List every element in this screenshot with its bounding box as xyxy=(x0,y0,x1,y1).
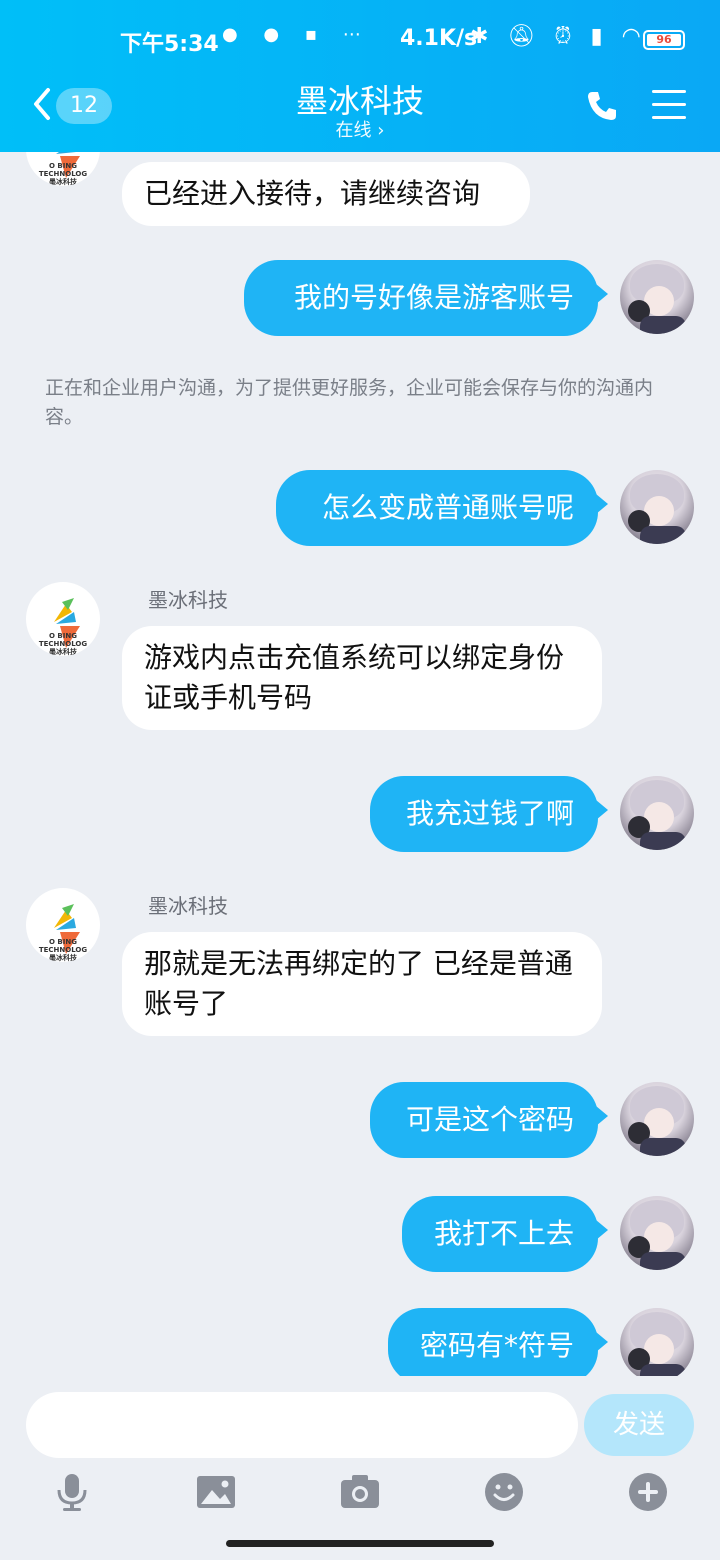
outgoing-message[interactable]: 我充过钱了啊 xyxy=(370,776,608,852)
system-icons: ✱ 🔕︎ ⏰︎ ▮ ◠ xyxy=(470,24,647,49)
battery-icon: 96 xyxy=(643,30,685,50)
outgoing-message[interactable]: 我的号好像是游客账号 xyxy=(244,260,608,336)
outgoing-message[interactable]: 可是这个密码 xyxy=(370,1082,608,1158)
notification-icons: ● ● ▪ ⋯ xyxy=(222,24,371,45)
user-avatar[interactable] xyxy=(620,1196,694,1270)
composer: 发送 xyxy=(0,1376,720,1560)
user-avatar[interactable] xyxy=(620,1082,694,1156)
user-avatar[interactable] xyxy=(620,776,694,850)
message-list[interactable]: O BING TECHNOLOG 墨冰科技 已经进入接待，请继续咨询 我的号好像是… xyxy=(0,152,720,1376)
company-avatar[interactable]: O BING TECHNOLOG 墨冰科技 xyxy=(26,888,100,962)
sender-name: 墨冰科技 xyxy=(148,588,228,612)
user-avatar[interactable] xyxy=(620,260,694,334)
chat-header: 下午5:34 ● ● ▪ ⋯ 4.1K/s ✱ 🔕︎ ⏰︎ ▮ ◠ 96 12 … xyxy=(0,0,720,152)
incoming-message[interactable]: 那就是无法再绑定的了 已经是普通账号了 xyxy=(122,932,602,1036)
user-avatar[interactable] xyxy=(620,470,694,544)
battery-level: 96 xyxy=(647,34,681,46)
logo-caption-cn: 墨冰科技 xyxy=(49,178,77,186)
incoming-message[interactable]: 已经进入接待，请继续咨询 xyxy=(122,162,530,226)
user-avatar[interactable] xyxy=(620,1308,694,1376)
sender-name: 墨冰科技 xyxy=(148,894,228,918)
status-time: 下午5:34 xyxy=(120,32,219,57)
phone-icon[interactable] xyxy=(584,88,620,124)
home-indicator[interactable] xyxy=(226,1540,494,1547)
logo-caption-en: O BING TECHNOLOG xyxy=(38,632,88,648)
company-avatar[interactable]: O BING TECHNOLOG 墨冰科技 xyxy=(26,582,100,656)
microphone-icon[interactable] xyxy=(52,1472,92,1512)
camera-icon[interactable] xyxy=(340,1472,380,1512)
system-notice: 正在和企业用户沟通，为了提供更好服务，企业可能会保存与你的沟通内容。 xyxy=(45,377,654,428)
outgoing-message[interactable]: 密码有*符号 xyxy=(388,1308,608,1376)
company-avatar[interactable]: O BING TECHNOLOG 墨冰科技 xyxy=(26,152,100,186)
message-input[interactable] xyxy=(26,1392,578,1458)
image-icon[interactable] xyxy=(196,1472,236,1512)
logo-caption-cn: 墨冰科技 xyxy=(49,648,77,656)
incoming-message[interactable]: 游戏内点击充值系统可以绑定身份证或手机号码 xyxy=(122,626,602,730)
outgoing-message[interactable]: 我打不上去 xyxy=(402,1196,608,1272)
menu-icon[interactable] xyxy=(652,90,686,120)
logo-caption-cn: 墨冰科技 xyxy=(49,954,77,962)
status-bar: 下午5:34 ● ● ▪ ⋯ 4.1K/s ✱ 🔕︎ ⏰︎ ▮ ◠ 96 xyxy=(0,22,720,58)
outgoing-message[interactable]: 怎么变成普通账号呢 xyxy=(276,470,608,546)
emoji-icon[interactable] xyxy=(484,1472,524,1512)
network-speed: 4.1K/s xyxy=(400,26,478,51)
logo-caption-en: O BING TECHNOLOG xyxy=(38,162,88,178)
send-button[interactable]: 发送 xyxy=(584,1394,694,1456)
logo-caption-en: O BING TECHNOLOG xyxy=(38,938,88,954)
plus-icon[interactable] xyxy=(628,1472,668,1512)
